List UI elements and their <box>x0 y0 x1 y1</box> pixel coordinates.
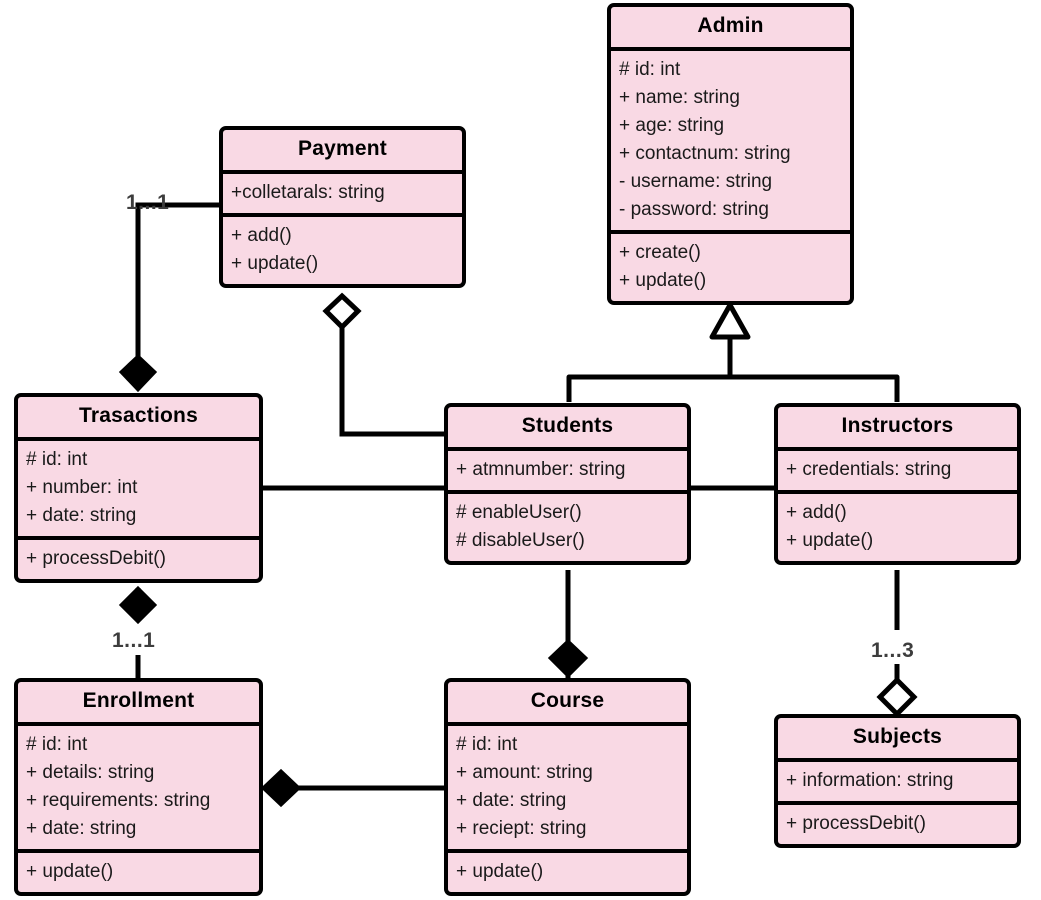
method-item: + add() <box>231 225 292 247</box>
class-title-enrollment: Enrollment <box>82 689 195 712</box>
attributes-compartment-trasactions: # id: int + number: int + date: string <box>18 437 259 536</box>
attribute-item: + age: string <box>619 114 725 136</box>
method-item: + update() <box>619 269 707 291</box>
class-box-admin[interactable]: Admin # id: int + name: string + age: st… <box>607 3 854 305</box>
class-box-subjects[interactable]: Subjects + information: string + process… <box>774 714 1021 848</box>
attributes-compartment-students: + atmnumber: string <box>448 447 687 490</box>
attribute-item: + requirements: string <box>26 789 211 811</box>
methods-compartment-course: + update() <box>448 848 687 892</box>
methods-compartment-admin: + create() + update() <box>611 229 850 301</box>
attribute-item: + name: string <box>619 87 740 109</box>
attribute-item: # id: int <box>26 449 88 471</box>
method-item: # enableUser() <box>456 502 582 524</box>
attributes-compartment-subjects: + information: string <box>778 758 1017 801</box>
class-box-payment[interactable]: Payment +colletarals: string + add() + u… <box>219 126 466 288</box>
attributes-compartment-instructors: + credentials: string <box>778 447 1017 490</box>
edge-enrollment-course <box>260 768 446 808</box>
class-title-course: Course <box>530 689 605 712</box>
edge-generalization-admin <box>566 302 900 402</box>
class-box-course[interactable]: Course # id: int + amount: string + date… <box>444 678 691 896</box>
class-title-instructors: Instructors <box>841 414 954 437</box>
attribute-item: + atmnumber: string <box>456 459 626 481</box>
class-box-students[interactable]: Students + atmnumber: string # enableUse… <box>444 403 691 565</box>
edge-students-course <box>547 570 589 679</box>
method-item: + update() <box>456 860 544 882</box>
attributes-compartment-admin: # id: int + name: string + age: string +… <box>611 47 850 230</box>
attribute-item: + date: string <box>456 789 567 811</box>
attributes-compartment-payment: +colletarals: string <box>223 170 462 213</box>
attribute-item: + date: string <box>26 817 137 839</box>
attribute-item: +colletarals: string <box>231 182 385 204</box>
attribute-item: - username: string <box>619 170 773 192</box>
class-title-subjects: Subjects <box>852 725 943 748</box>
attribute-item: + details: string <box>26 762 155 784</box>
class-title-students: Students <box>521 414 614 437</box>
methods-compartment-trasactions: + processDebit() <box>18 535 259 579</box>
methods-compartment-instructors: + add() + update() <box>778 490 1017 561</box>
method-item: + processDebit() <box>786 813 926 835</box>
class-box-instructors[interactable]: Instructors + credentials: string + add(… <box>774 403 1021 565</box>
class-title-payment: Payment <box>298 137 387 160</box>
methods-compartment-payment: + add() + update() <box>223 213 462 284</box>
attributes-compartment-course: # id: int + amount: string + date: strin… <box>448 722 687 849</box>
attribute-item: # id: int <box>456 734 518 756</box>
attribute-item: + number: int <box>26 477 138 499</box>
attribute-item: + contactnum: string <box>619 142 791 164</box>
method-item: + create() <box>619 241 701 263</box>
attribute-item: + amount: string <box>456 762 593 784</box>
method-item: + update() <box>231 252 319 274</box>
attribute-item: # id: int <box>619 59 681 81</box>
methods-compartment-enrollment: + update() <box>18 848 259 892</box>
class-box-trasactions[interactable]: Trasactions # id: int + number: int + da… <box>14 393 263 583</box>
attribute-item: - password: string <box>619 198 769 220</box>
class-title-trasactions: Trasactions <box>79 404 198 427</box>
multiplicity-label-trasactions-enrollment: 1...1 <box>112 629 156 652</box>
attribute-item: + credentials: string <box>786 459 952 481</box>
method-item: # disableUser() <box>456 529 585 551</box>
methods-compartment-subjects: + processDebit() <box>778 801 1017 844</box>
multiplicity-label-payment-trasactions: 1...1 <box>126 191 170 214</box>
methods-compartment-students: # enableUser() # disableUser() <box>448 490 687 561</box>
attribute-item: + date: string <box>26 504 137 526</box>
method-item: + update() <box>26 860 114 882</box>
class-box-enrollment[interactable]: Enrollment # id: int + details: string +… <box>14 678 263 896</box>
attribute-item: # id: int <box>26 734 88 756</box>
method-item: + add() <box>786 502 847 524</box>
edge-payment-students <box>322 292 446 437</box>
attribute-item: + information: string <box>786 770 954 792</box>
multiplicity-label-instructors-subjects: 1...3 <box>871 639 915 662</box>
class-title-admin: Admin <box>697 14 764 37</box>
attributes-compartment-enrollment: # id: int + details: string + requiremen… <box>18 722 259 849</box>
class-diagram-canvas: Admin # id: int + name: string + age: st… <box>0 0 1041 900</box>
attribute-item: + reciept: string <box>456 817 587 839</box>
method-item: + update() <box>786 529 874 551</box>
method-item: + processDebit() <box>26 547 166 569</box>
edge-payment-trasactions <box>118 202 219 393</box>
